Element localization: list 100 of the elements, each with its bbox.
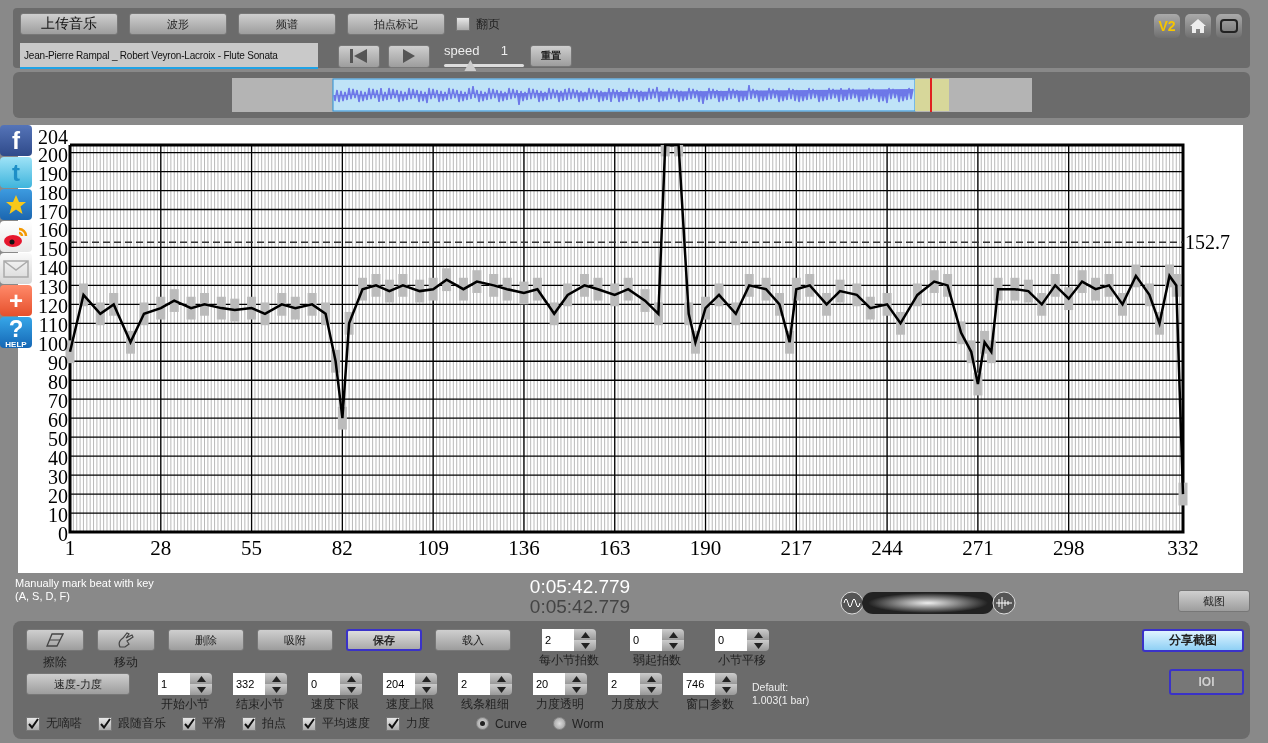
toolbar-button[interactable]: 频谱 — [238, 13, 336, 35]
waveform-overview[interactable] — [231, 78, 1032, 112]
screenshot-button[interactable]: 截图 — [1178, 590, 1250, 612]
toolbar-button[interactable]: 波形 — [129, 13, 227, 35]
share-button[interactable]: ? HELP — [0, 317, 32, 348]
share-button[interactable] — [0, 189, 32, 220]
field-label: 力度透明 — [536, 697, 584, 712]
slider-thumb[interactable] — [464, 60, 477, 71]
toolbar-button[interactable]: 上传音乐 — [20, 13, 118, 35]
up-arrow-icon — [721, 675, 731, 682]
number-field[interactable]: 20 — [533, 673, 565, 695]
spin-down-button[interactable] — [265, 684, 287, 695]
spin-down-button[interactable] — [190, 684, 212, 695]
x-tick-label: 163 — [599, 536, 631, 560]
number-field[interactable]: 332 — [233, 673, 265, 695]
hand-icon — [117, 632, 135, 648]
speed-slider[interactable] — [444, 59, 524, 69]
number-field[interactable]: 0 — [715, 629, 747, 651]
up-arrow-icon — [271, 675, 281, 682]
spin-down-button[interactable] — [662, 640, 684, 651]
spin-down-button[interactable] — [490, 684, 512, 695]
checkbox[interactable] — [26, 716, 40, 731]
toolbar-button[interactable]: 拍点标记 — [347, 13, 445, 35]
number-field[interactable]: 2 — [542, 629, 574, 651]
tool-button[interactable] — [97, 629, 155, 651]
checkbox[interactable] — [182, 716, 196, 731]
spin-up-button[interactable] — [574, 629, 596, 640]
number-field[interactable]: 0 — [308, 673, 340, 695]
spin-down-button[interactable] — [747, 640, 769, 651]
spin-down-button[interactable] — [415, 684, 437, 695]
tool-button[interactable]: 删除 — [168, 629, 244, 651]
field-label: 弱起拍数 — [633, 653, 681, 668]
spin-up-button[interactable] — [265, 673, 287, 684]
spin-up-button[interactable] — [565, 673, 587, 684]
tool-button[interactable]: 载入 — [435, 629, 511, 651]
spin-down-button[interactable] — [715, 684, 737, 695]
tool-button[interactable]: 保存 — [346, 629, 422, 651]
home-button[interactable] — [1185, 14, 1211, 38]
spin-up-button[interactable] — [640, 673, 662, 684]
spin-up-button[interactable] — [490, 673, 512, 684]
up-arrow-icon — [646, 675, 656, 682]
play-button[interactable] — [388, 44, 430, 68]
check-icon — [183, 718, 195, 729]
mode-button[interactable]: 速度-力度 — [26, 673, 130, 695]
x-tick-label: 217 — [780, 536, 813, 560]
share-button[interactable]: f — [0, 125, 32, 156]
hint-text: Manually mark beat with key (A, S, D, F) — [15, 577, 155, 604]
checkbox-label: 平滑 — [202, 715, 226, 732]
checkbox-label: 翻页 — [476, 15, 500, 33]
checkbox[interactable] — [456, 17, 470, 31]
previous-button[interactable] — [338, 44, 380, 68]
reset-button[interactable]: 重置 — [530, 45, 572, 67]
checkbox[interactable] — [386, 716, 400, 731]
spin-up-button[interactable] — [415, 673, 437, 684]
number-field[interactable]: 0 — [630, 629, 662, 651]
share-button[interactable] — [0, 221, 32, 252]
down-arrow-icon — [668, 642, 678, 649]
spin-down-button[interactable] — [574, 640, 596, 651]
share-screenshot-button[interactable]: 分享截图 — [1142, 629, 1244, 652]
x-tick-label: 298 — [1052, 536, 1085, 560]
radio-button[interactable] — [476, 717, 489, 730]
radio-label: Worm — [572, 716, 604, 731]
spin-up-button[interactable] — [340, 673, 362, 684]
zoom-slider[interactable] — [840, 590, 1016, 616]
up-arrow-icon — [496, 675, 506, 682]
spin-up-button[interactable] — [662, 629, 684, 640]
number-field[interactable]: 2 — [458, 673, 490, 695]
tool-button[interactable]: 吸附 — [257, 629, 333, 651]
fullscreen-button[interactable] — [1216, 14, 1242, 38]
radio-button[interactable] — [553, 717, 566, 730]
checkbox[interactable] — [302, 716, 316, 731]
play-icon — [402, 49, 416, 63]
spin-up-button[interactable] — [747, 629, 769, 640]
spin-up-button[interactable] — [190, 673, 212, 684]
x-tick-label: 82 — [331, 536, 353, 560]
file-name-field[interactable]: Jean-Pierre Rampal _ Robert Veyron-Lacroix - Flute Sonata — [20, 43, 318, 69]
x-tick-label: 55 — [241, 536, 263, 560]
number-field[interactable]: 1 — [158, 673, 190, 695]
number-field[interactable]: 746 — [683, 673, 715, 695]
spin-up-button[interactable] — [715, 673, 737, 684]
check-icon — [99, 718, 111, 729]
tool-button[interactable] — [26, 629, 84, 651]
spin-down-button[interactable] — [640, 684, 662, 695]
number-field[interactable]: 2 — [608, 673, 640, 695]
spin-down-button[interactable] — [565, 684, 587, 695]
number-field[interactable]: 204 — [383, 673, 415, 695]
checkbox[interactable] — [242, 716, 256, 731]
up-arrow-icon — [753, 631, 763, 638]
x-tick-label: 28 — [150, 536, 172, 560]
zoom-thumb[interactable] — [868, 593, 988, 613]
checkbox[interactable] — [98, 716, 112, 731]
field-label: 速度下限 — [311, 697, 359, 712]
check-icon — [27, 718, 39, 729]
down-arrow-icon — [346, 686, 356, 693]
checkbox-label: 无嘀嗒 — [46, 715, 82, 732]
spin-down-button[interactable] — [340, 684, 362, 695]
tool-label: 擦除 — [43, 654, 67, 671]
down-arrow-icon — [580, 642, 590, 649]
down-arrow-icon — [753, 642, 763, 649]
time-readout: 0:05:42.779 — [528, 577, 632, 597]
